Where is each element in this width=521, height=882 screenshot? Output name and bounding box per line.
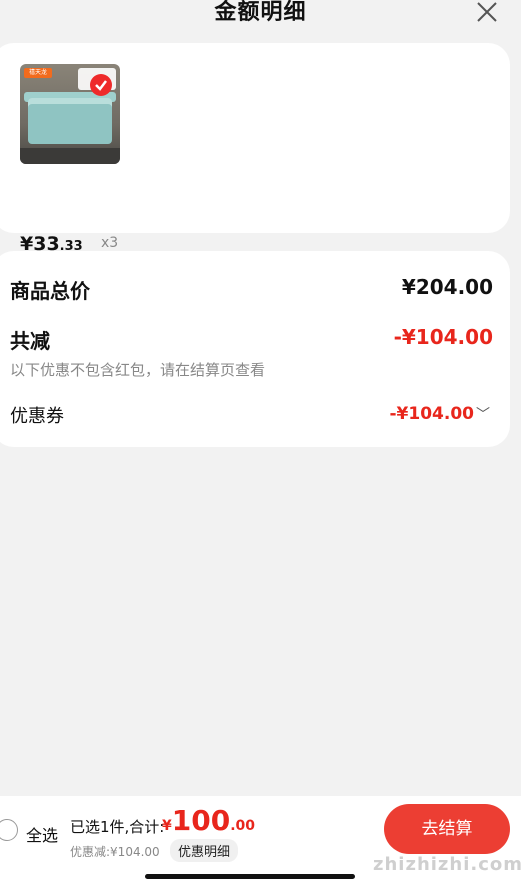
coupon-row[interactable]: -¥104.00 ﹀ [390, 404, 491, 424]
page-title: 金额明细 [214, 0, 307, 25]
checkout-button[interactable]: 去结算 [384, 804, 510, 854]
reduction-value: -¥104.00 [393, 325, 493, 349]
product-quantity: x3 [101, 235, 119, 251]
coupon-label: 优惠券 [10, 406, 64, 427]
selected-check-icon[interactable] [90, 74, 112, 96]
product-image[interactable]: 禧天龙 [20, 64, 120, 164]
product-card: 禧天龙 ¥33.33 x3 [0, 43, 510, 255]
price-breakdown-card: 商品总价 ¥204.00 共减 -¥104.00 以下优惠不包含红包，请在结算页… [0, 251, 510, 447]
subtotal-value: ¥204.00 [401, 275, 493, 299]
promo-strip [20, 148, 120, 164]
reduction-label: 共减 [10, 329, 50, 353]
select-all-label[interactable]: 全选 [26, 822, 58, 846]
select-all-radio[interactable] [0, 819, 18, 841]
bottom-bar: 全选 已选1件,合计: ¥100.00 优惠减:¥104.00 优惠明细 去结算… [0, 796, 521, 882]
discount-detail-button[interactable]: 优惠明细 [170, 839, 239, 862]
total-integer: 100 [171, 804, 231, 837]
watermark: zhizhizhi.com [373, 854, 521, 875]
header: 金额明细 [0, 0, 521, 36]
home-indicator [145, 874, 355, 879]
discount-note: 以下优惠不包含红包，请在结算页查看 [10, 361, 266, 379]
total-price: ¥100.00 [162, 804, 255, 837]
discount-summary: 优惠减:¥104.00 [70, 845, 160, 859]
chevron-down-icon[interactable]: ﹀ [476, 407, 490, 423]
coupon-value: -¥104.00 [389, 404, 475, 424]
selection-summary: 已选1件,合计: [70, 818, 165, 836]
total-currency: ¥ [162, 818, 172, 834]
close-icon[interactable] [475, 0, 499, 24]
subtotal-label: 商品总价 [10, 279, 90, 303]
total-decimal: .00 [230, 818, 256, 834]
storage-box [28, 98, 112, 144]
brand-logo: 禧天龙 [24, 68, 52, 78]
